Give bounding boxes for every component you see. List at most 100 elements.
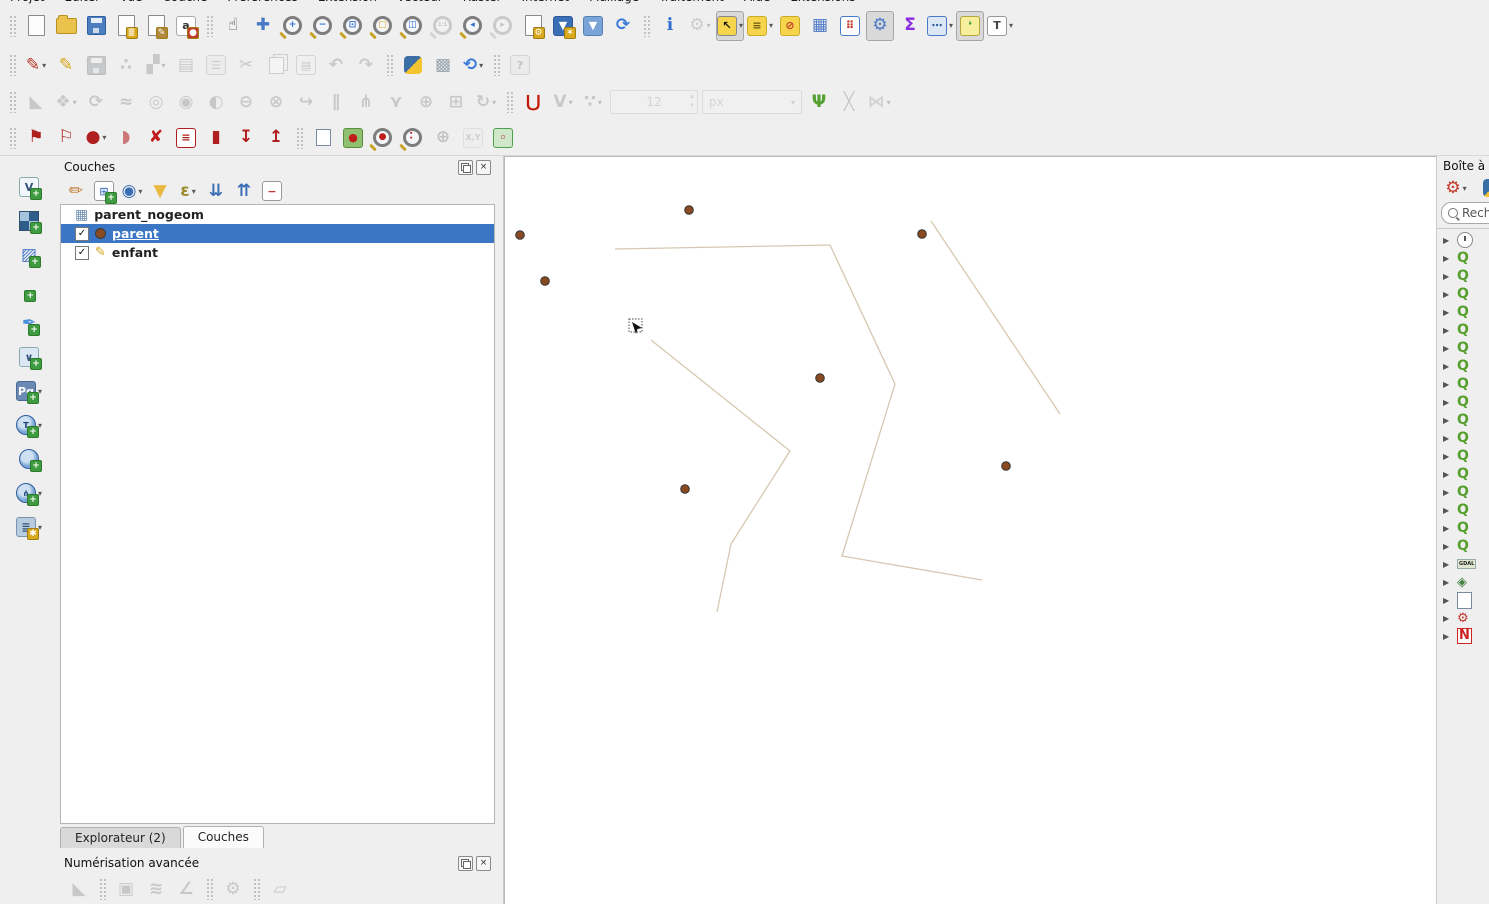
expand-arrow-icon[interactable]: ▶ bbox=[1443, 254, 1450, 263]
expand-arrow-icon[interactable]: ▶ bbox=[1443, 398, 1450, 407]
expand-arrow-icon[interactable]: ▶ bbox=[1443, 596, 1450, 605]
toolbox-group-gdal[interactable]: ▶GDAL bbox=[1437, 555, 1489, 573]
expand-arrow-icon[interactable]: ▶ bbox=[1443, 488, 1450, 497]
expand-all-button[interactable]: ⇊ bbox=[203, 178, 229, 204]
menu-vue[interactable]: Vue bbox=[120, 0, 142, 4]
add-group-button[interactable]: ⊞+ bbox=[91, 178, 117, 204]
copy-features-button[interactable] bbox=[262, 50, 290, 80]
toolbox-group-qgis[interactable]: ▶Q bbox=[1437, 285, 1489, 303]
avoid-overlap-button[interactable]: ⋈▾ bbox=[865, 87, 893, 117]
snapping-units-button[interactable]: px▾ bbox=[701, 87, 803, 117]
refresh-plugin-dropdown[interactable]: ▾ bbox=[479, 61, 483, 70]
expand-arrow-icon[interactable]: ▶ bbox=[1443, 290, 1450, 299]
add-mesh-layer-button[interactable]: ▨+ bbox=[15, 240, 43, 270]
label-column-button[interactable]: ▮ bbox=[202, 123, 230, 153]
highlight-pinned-labels-button[interactable]: ⚐ bbox=[52, 123, 80, 153]
cad-settings-button[interactable]: ⚙ bbox=[219, 874, 247, 904]
toolbox-group-qgis[interactable]: ▶Q bbox=[1437, 411, 1489, 429]
delete-part-button[interactable]: ⊗ bbox=[262, 87, 290, 117]
processing-options-dropdown[interactable]: ▾ bbox=[1463, 184, 1467, 193]
snapping-type-button[interactable]: V▾ bbox=[549, 87, 577, 117]
map-tips-button[interactable]: ❛ bbox=[956, 11, 984, 41]
layer-row-parent[interactable]: ✓ parent bbox=[61, 224, 494, 243]
copy-point-features-button[interactable] bbox=[309, 123, 337, 153]
move-label-dropdown[interactable]: ▾ bbox=[102, 133, 106, 142]
menu-internet[interactable]: Internet bbox=[521, 0, 569, 4]
new-map-view-button[interactable]: ⚙ bbox=[519, 11, 547, 41]
filter-by-expression-dropdown[interactable]: ▾ bbox=[192, 187, 196, 196]
menu-prfrences[interactable]: Préférences bbox=[227, 0, 298, 4]
add-wfs-layer-button[interactable]: ⋔+▾ bbox=[15, 478, 43, 508]
vertex-tool-button[interactable]: ▞▾ bbox=[142, 50, 170, 80]
expand-arrow-icon[interactable]: ▶ bbox=[1443, 272, 1450, 281]
toolbox-group-qgis[interactable]: ▶Q bbox=[1437, 429, 1489, 447]
toolbox-group-qgis[interactable]: ▶Q bbox=[1437, 321, 1489, 339]
current-edits-dropdown[interactable]: ▾ bbox=[42, 61, 46, 70]
paste-features-button[interactable]: ▤ bbox=[292, 50, 320, 80]
layout-manager-button[interactable]: ✎ bbox=[142, 11, 170, 41]
expand-arrow-icon[interactable]: ▶ bbox=[1443, 560, 1450, 569]
menu-diter[interactable]: Éditer bbox=[64, 0, 100, 4]
snapping-type-dropdown[interactable]: ▾ bbox=[569, 98, 573, 107]
expand-arrow-icon[interactable]: ▶ bbox=[1443, 614, 1450, 623]
add-part-button[interactable]: ◉ bbox=[172, 87, 200, 117]
merge-features-button[interactable]: ⊕ bbox=[412, 87, 440, 117]
select-by-rectangle-button[interactable]: ↖▾ bbox=[716, 11, 744, 41]
zoom-native-button[interactable]: 1:1 bbox=[429, 11, 457, 41]
add-ring-button[interactable]: ◎ bbox=[142, 87, 170, 117]
expand-arrow-icon[interactable]: ▶ bbox=[1443, 632, 1450, 641]
toolbox-group-qgis[interactable]: ▶Q bbox=[1437, 249, 1489, 267]
menu-traitement[interactable]: Traitement bbox=[659, 0, 724, 4]
toolbox-group-qgis[interactable]: ▶Q bbox=[1437, 465, 1489, 483]
advanced-digitizing-close-button[interactable]: × bbox=[476, 856, 491, 871]
expand-arrow-icon[interactable]: ▶ bbox=[1443, 236, 1450, 245]
processing-options-button[interactable]: ⚙▾ bbox=[1442, 173, 1470, 203]
enable-snapping-button[interactable]: ⋂ bbox=[519, 87, 547, 117]
toolbox-group-qgis[interactable]: ▶Q bbox=[1437, 375, 1489, 393]
undo-button[interactable]: ↶ bbox=[322, 50, 350, 80]
layers-panel-close-button[interactable]: × bbox=[476, 160, 491, 175]
map-preview-pin-button[interactable]: ● bbox=[339, 123, 367, 153]
save-layer-edits-button[interactable] bbox=[82, 50, 110, 80]
statistics-abacus-button[interactable]: ⠿ bbox=[836, 11, 864, 41]
cad-tools-button[interactable]: ◣ bbox=[22, 87, 50, 117]
layers-panel-float-button[interactable] bbox=[458, 160, 473, 175]
cad-construction-button[interactable]: ▱ bbox=[266, 874, 294, 904]
move-feature-dropdown[interactable]: ▾ bbox=[73, 98, 77, 107]
cad-enable-button[interactable]: ◣ bbox=[65, 874, 93, 904]
modify-attributes-button[interactable]: ▤ bbox=[172, 50, 200, 80]
save-project-button[interactable] bbox=[82, 11, 110, 41]
expand-arrow-icon[interactable]: ▶ bbox=[1443, 344, 1450, 353]
zoom-out-button[interactable]: − bbox=[309, 11, 337, 41]
zoom-in-button[interactable]: + bbox=[279, 11, 307, 41]
toolbox-group-qgis[interactable]: ▶Q bbox=[1437, 519, 1489, 537]
rotate-feature-button[interactable]: ⟳ bbox=[82, 87, 110, 117]
menu-raster[interactable]: Raster bbox=[463, 0, 502, 4]
tab-explorateur[interactable]: Explorateur (2) bbox=[60, 827, 181, 848]
delete-ring-button[interactable]: ⊖ bbox=[232, 87, 260, 117]
split-parts-button[interactable]: ⋎ bbox=[382, 87, 410, 117]
show-bookmarks-button[interactable]: ▼ bbox=[579, 11, 607, 41]
expand-arrow-icon[interactable]: ▶ bbox=[1443, 380, 1450, 389]
cad-floater-button[interactable]: ▣ bbox=[112, 874, 140, 904]
expand-arrow-icon[interactable]: ▶ bbox=[1443, 470, 1450, 479]
menu-couche[interactable]: Couche bbox=[162, 0, 207, 4]
offset-curve-button[interactable]: ∥ bbox=[322, 87, 350, 117]
add-wcs-layer-button[interactable]: + bbox=[15, 444, 43, 474]
collapse-all-button[interactable]: ⇈ bbox=[231, 178, 257, 204]
python-console-button[interactable] bbox=[399, 50, 427, 80]
toolbox-group-qgis[interactable]: ▶Q bbox=[1437, 267, 1489, 285]
rotate-point-symbols-dropdown[interactable]: ▾ bbox=[492, 98, 496, 107]
expand-arrow-icon[interactable]: ▶ bbox=[1443, 326, 1450, 335]
toolbox-group-scripts[interactable]: ▶ bbox=[1437, 591, 1489, 609]
run-feature-action-dropdown[interactable]: ▾ bbox=[707, 21, 711, 30]
measure-dropdown[interactable]: ▾ bbox=[949, 21, 953, 30]
toolbox-search[interactable]: Rechercher… bbox=[1441, 202, 1489, 224]
expand-arrow-icon[interactable]: ▶ bbox=[1443, 578, 1450, 587]
toolbox-group-qgis[interactable]: ▶Q bbox=[1437, 483, 1489, 501]
toolbox-group-models[interactable]: ▶⚙ bbox=[1437, 609, 1489, 627]
add-delimited-text-layer-button[interactable]: ,+ bbox=[15, 274, 43, 304]
toolbox-group-qgis[interactable]: ▶Q bbox=[1437, 447, 1489, 465]
deselect-all-button[interactable]: ⊘ bbox=[776, 11, 804, 41]
zoom-to-selection-button[interactable]: □ bbox=[369, 11, 397, 41]
